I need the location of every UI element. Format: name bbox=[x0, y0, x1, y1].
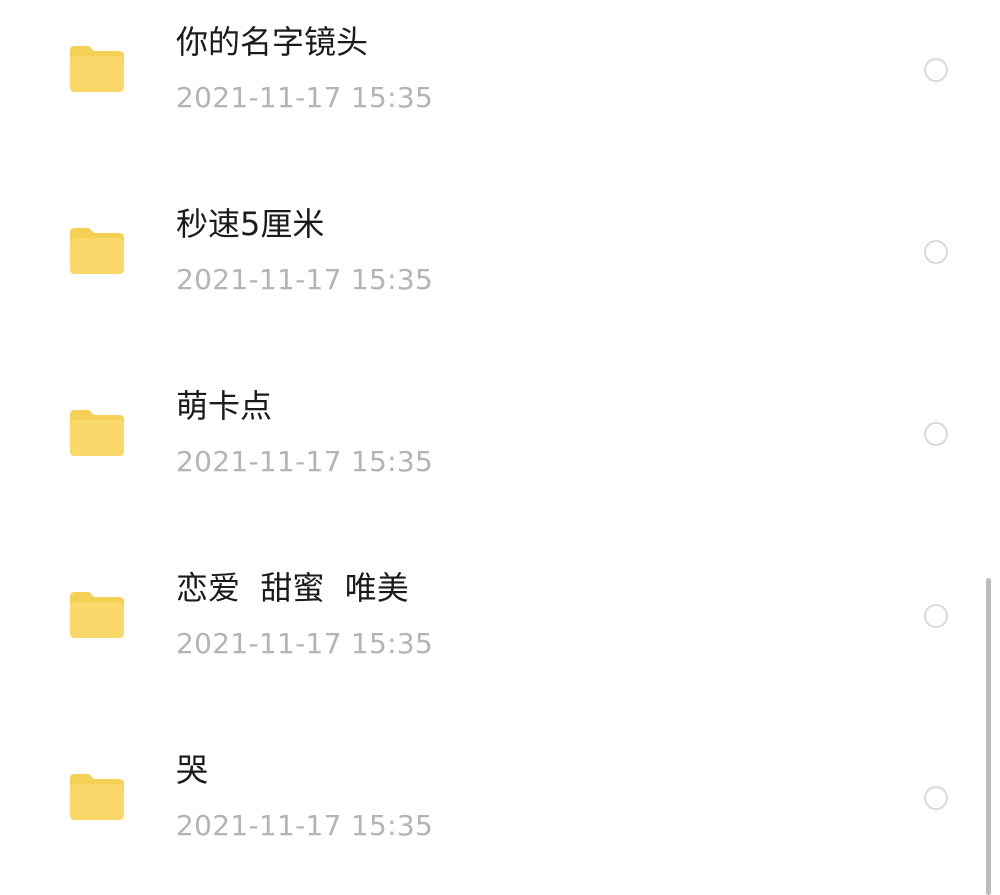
scrollbar[interactable] bbox=[986, 578, 991, 895]
file-name: 哭 bbox=[176, 751, 209, 789]
file-name: 恋爱 甜蜜 唯美 bbox=[176, 569, 409, 607]
file-row[interactable]: 恋爱 甜蜜 唯美 2021-11-17 15:35 bbox=[0, 546, 980, 728]
file-date: 2021-11-17 15:35 bbox=[176, 81, 434, 114]
folder-icon bbox=[70, 774, 124, 820]
file-list: 你的名字镜头 2021-11-17 15:35 秒速5厘米 2021-11-17… bbox=[0, 0, 1000, 895]
file-date: 2021-11-17 15:35 bbox=[176, 263, 434, 296]
file-date: 2021-11-17 15:35 bbox=[176, 445, 434, 478]
folder-icon bbox=[70, 46, 124, 92]
file-name: 你的名字镜头 bbox=[176, 23, 369, 61]
folder-icon bbox=[70, 410, 124, 456]
file-row[interactable]: 你的名字镜头 2021-11-17 15:35 bbox=[0, 0, 980, 182]
select-radio[interactable] bbox=[924, 240, 948, 264]
file-date: 2021-11-17 15:35 bbox=[176, 627, 434, 660]
select-radio[interactable] bbox=[924, 422, 948, 446]
file-row[interactable]: 哭 2021-11-17 15:35 bbox=[0, 728, 980, 895]
file-row[interactable]: 萌卡点 2021-11-17 15:35 bbox=[0, 364, 980, 546]
folder-icon bbox=[70, 592, 124, 638]
select-radio[interactable] bbox=[924, 58, 948, 82]
file-name: 萌卡点 bbox=[176, 387, 273, 425]
file-date: 2021-11-17 15:35 bbox=[176, 809, 434, 842]
folder-icon bbox=[70, 228, 124, 274]
select-radio[interactable] bbox=[924, 604, 948, 628]
select-radio[interactable] bbox=[924, 786, 948, 810]
file-row[interactable]: 秒速5厘米 2021-11-17 15:35 bbox=[0, 182, 980, 364]
file-name: 秒速5厘米 bbox=[176, 205, 325, 243]
